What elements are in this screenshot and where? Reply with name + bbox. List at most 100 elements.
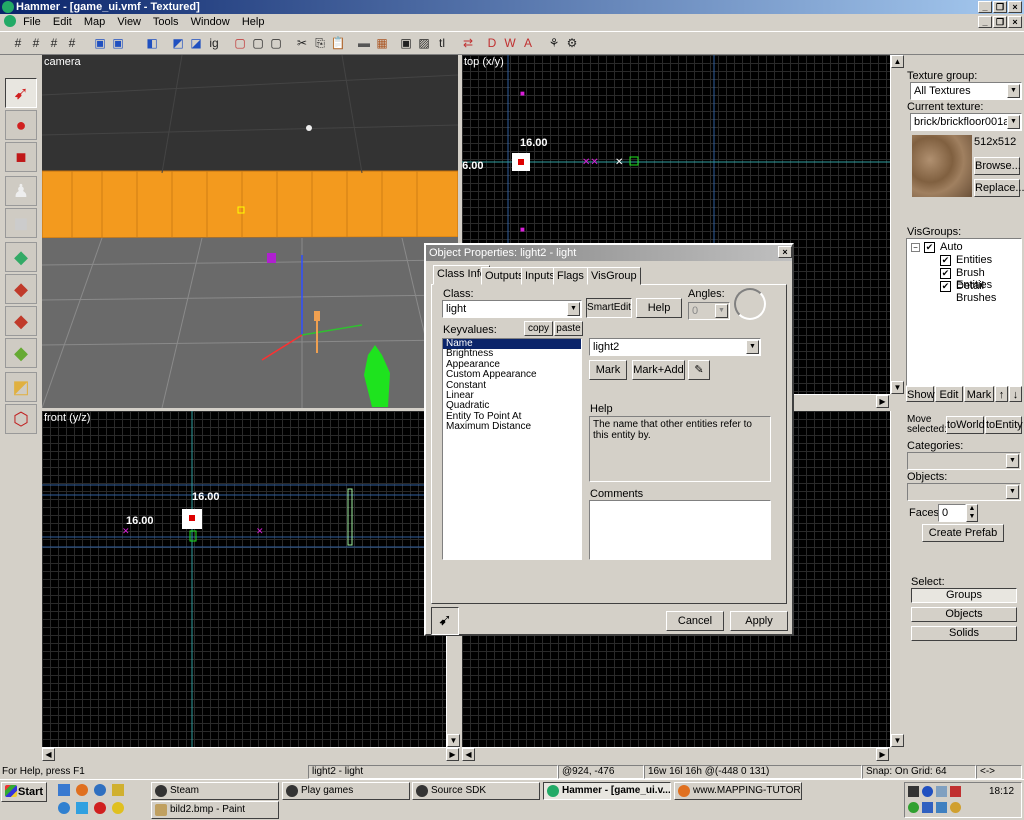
menu-edit[interactable]: Edit	[53, 16, 72, 28]
visgroup-detail-brushes-checkbox[interactable]: ✔	[940, 281, 951, 292]
quicklaunch-app-icon[interactable]	[112, 784, 124, 796]
compile-icon[interactable]: ⇄	[460, 35, 476, 51]
front-scroll-right-icon[interactable]: ▶	[446, 748, 459, 761]
faces-input[interactable]: 0	[938, 504, 966, 522]
vertex-tool-icon[interactable]: ⬡	[5, 404, 37, 434]
display-model-icon[interactable]: D	[484, 35, 500, 51]
select-box-icon[interactable]: ▣	[398, 35, 414, 51]
top-viewport-vscroll[interactable]: ▲ ▼	[890, 55, 904, 394]
zoom-icon[interactable]: ▨	[416, 35, 432, 51]
visgroup-brush-entities-checkbox[interactable]: ✔	[940, 268, 951, 279]
visgroups-tree[interactable]: − ✔ Auto ✔ Entities ✔ Brush Entities ✔ D…	[906, 238, 1022, 386]
camera-viewport[interactable]: camera	[42, 55, 458, 408]
solid-icon[interactable]: ▬	[356, 35, 372, 51]
visgroup-down-icon[interactable]: ↓	[1009, 386, 1022, 402]
keyvalue-item[interactable]: Custom Appearance	[443, 369, 581, 380]
carve-icon[interactable]: ◩	[170, 35, 186, 51]
visgroup-auto-checkbox[interactable]: ✔	[924, 242, 935, 253]
task-steam[interactable]: Steam	[151, 782, 279, 800]
task-source-sdk[interactable]: Source SDK	[412, 782, 540, 800]
angles-dial-icon[interactable]	[734, 288, 766, 320]
current-texture-select[interactable]: brick/brickfloor001a ▼	[910, 113, 1022, 131]
class-select[interactable]: light ▼	[442, 300, 582, 318]
texture-group-select[interactable]: All Textures ▼	[910, 82, 1022, 100]
side-scroll-down-icon[interactable]: ▼	[891, 734, 904, 747]
chevron-down-icon[interactable]: ▼	[1007, 115, 1020, 129]
value-input[interactable]: light2 ▼	[589, 338, 761, 356]
apply-button[interactable]: Apply	[730, 611, 788, 631]
front-viewport-hscroll[interactable]: ◀ ▶	[42, 747, 460, 761]
copy-icon[interactable]: ⎘	[312, 35, 328, 51]
network-icon[interactable]	[936, 802, 947, 813]
menu-map[interactable]: Map	[84, 16, 105, 28]
task-paint[interactable]: bild2.bmp - Paint	[151, 801, 279, 819]
ungroup-icon[interactable]: ▣	[110, 35, 126, 51]
decal-tool-icon[interactable]: ◆	[5, 306, 37, 336]
texture-preview[interactable]	[912, 135, 972, 197]
quicklaunch-messenger-icon[interactable]	[76, 802, 88, 814]
group-icon[interactable]: ▣	[92, 35, 108, 51]
block-tool-icon[interactable]: ◼	[5, 208, 37, 238]
chevron-down-icon[interactable]: ▼	[715, 304, 728, 318]
grid-3d-icon[interactable]: #	[28, 35, 44, 51]
copy-button[interactable]: copy	[524, 321, 553, 336]
task-play-games[interactable]: Play games	[282, 782, 410, 800]
quicklaunch-chrome-icon[interactable]	[112, 802, 124, 814]
faces-spinner-icon[interactable]: ▲ ▼	[966, 504, 978, 522]
eyedropper-icon[interactable]: ✎	[688, 360, 710, 380]
paste-icon[interactable]: 📋	[330, 35, 346, 51]
menu-tools[interactable]: Tools	[153, 16, 179, 28]
select-solids-button[interactable]: Solids	[911, 626, 1017, 641]
apply-texture-icon[interactable]: ◆	[5, 274, 37, 304]
dialog-close-button[interactable]: ×	[778, 246, 792, 258]
doc-minimize-button[interactable]: _	[978, 16, 992, 28]
side-scroll-left-icon[interactable]: ◀	[462, 748, 475, 761]
side-viewport-hscroll[interactable]: ◀ ▶	[462, 747, 890, 761]
dialog-title-bar[interactable]: Object Properties: light2 - light ×	[426, 245, 792, 261]
collapse-icon[interactable]: −	[911, 243, 920, 252]
to-entity-button[interactable]: toEntity	[985, 416, 1023, 434]
objects-select[interactable]: ▼	[907, 483, 1021, 501]
side-scroll-right-icon[interactable]: ▶	[876, 748, 889, 761]
tray-icon[interactable]	[908, 802, 919, 813]
quicklaunch-record-icon[interactable]	[94, 802, 106, 814]
hide-icon[interactable]: ◧	[144, 35, 160, 51]
run-map-icon[interactable]: ⚘	[546, 35, 562, 51]
selection-tool-icon[interactable]: ➹	[5, 78, 37, 108]
visgroup-mark-button[interactable]: Mark	[964, 386, 994, 402]
close-button[interactable]: ×	[1008, 1, 1022, 13]
visgroup-up-icon[interactable]: ↑	[995, 386, 1008, 402]
camera-tool-icon[interactable]: ■	[5, 142, 37, 172]
select-groups-button[interactable]: Groups	[911, 588, 1017, 603]
scroll-down-icon[interactable]: ▼	[891, 381, 904, 394]
magnify-tool-icon[interactable]: ●	[5, 110, 37, 140]
quicklaunch-desktop-icon[interactable]	[58, 784, 70, 796]
chevron-down-icon[interactable]: ▼	[746, 340, 759, 354]
start-button[interactable]: Start	[1, 782, 47, 802]
grid-toggle-icon[interactable]: #	[10, 35, 26, 51]
copy-brush-icon[interactable]: ▢	[250, 35, 266, 51]
grid-smaller-icon[interactable]: #	[46, 35, 62, 51]
quicklaunch-media-icon[interactable]	[58, 802, 70, 814]
front-viewport[interactable]: ✕ ✕ front (y/z) 16.00 16.00	[42, 411, 446, 747]
paste-button[interactable]: paste	[554, 321, 583, 336]
quicklaunch-ie-icon[interactable]	[94, 784, 106, 796]
tab-visgroup[interactable]: VisGroup	[587, 267, 641, 285]
menu-view[interactable]: View	[117, 16, 141, 28]
angles-select[interactable]: 0 ▼	[688, 302, 730, 320]
chevron-down-icon[interactable]: ▼	[567, 302, 580, 316]
cut-icon[interactable]: ✂	[294, 35, 310, 51]
tray-icon[interactable]	[950, 786, 961, 797]
front-scroll-left-icon[interactable]: ◀	[42, 748, 55, 761]
browse-button[interactable]: Browse...	[974, 157, 1021, 175]
visgroup-entities-checkbox[interactable]: ✔	[940, 255, 951, 266]
task-hammer[interactable]: Hammer - [game_ui.v...	[543, 782, 671, 800]
minimize-button[interactable]: _	[978, 1, 992, 13]
visgroup-show-button[interactable]: Show	[906, 386, 935, 402]
display-world-icon[interactable]: W	[502, 35, 518, 51]
mark-add-button[interactable]: Mark+Add	[632, 360, 685, 380]
categories-select[interactable]: ▼	[907, 452, 1021, 470]
to-world-button[interactable]: toWorld	[946, 416, 985, 434]
scroll-right-icon[interactable]: ▶	[876, 395, 889, 408]
hollow-icon[interactable]: ◪	[188, 35, 204, 51]
